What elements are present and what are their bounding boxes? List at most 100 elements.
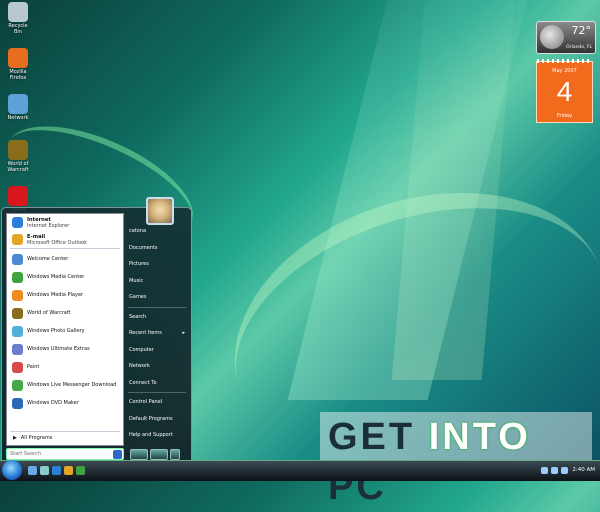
firefox-icon (8, 48, 28, 68)
start-menu-place[interactable]: Control Panel (126, 394, 188, 411)
calendar-gadget[interactable]: May 2007 4 Friday (536, 59, 593, 123)
network-tray-icon[interactable] (541, 467, 548, 474)
start-menu: Internet Internet Explorer E-mail Micros… (1, 197, 192, 462)
start-menu-place-label: catona (129, 228, 147, 235)
pinned-programs: Internet Internet Explorer E-mail Micros… (10, 214, 120, 249)
search-icon[interactable] (113, 449, 122, 459)
start-menu-place[interactable]: Help and Support (126, 427, 188, 444)
recent-program-label: Windows Media Player (27, 292, 84, 298)
recent-program[interactable]: Windows DVD Maker (10, 394, 120, 412)
all-programs-label: All Programs (20, 434, 53, 441)
recent-program[interactable]: Windows Media Center (10, 268, 120, 286)
start-search-box[interactable]: Start Search (6, 448, 124, 460)
show-desktop-icon[interactable] (28, 466, 37, 475)
media-player-icon (12, 289, 23, 301)
watermark-part2: INTO (428, 416, 531, 458)
desktop-icon[interactable]: Mozilla Firefox (4, 48, 32, 81)
start-menu-place-label: Documents (129, 244, 158, 251)
pinned-program-subtitle: Microsoft Office Outlook (27, 239, 87, 246)
switch-windows-icon[interactable] (40, 466, 49, 475)
start-menu-place-label: Control Panel (129, 399, 163, 406)
shutdown-options-arrow-icon[interactable] (170, 449, 180, 460)
internet-explorer-icon[interactable] (52, 466, 61, 475)
start-menu-place[interactable]: Games (126, 289, 188, 306)
outlook-icon (12, 234, 23, 245)
opera-icon (8, 186, 28, 206)
recent-program[interactable]: Windows Live Messenger Download (10, 376, 120, 394)
start-menu-place-label: Games (129, 294, 147, 301)
start-menu-place-label: Help and Support (129, 432, 173, 439)
power-buttons (130, 449, 188, 460)
start-menu-place[interactable]: Music (126, 273, 188, 290)
chevron-right-icon: ▸ (182, 330, 185, 337)
desktop-icon[interactable]: Network (4, 94, 32, 121)
calendar-weekday: Friday (556, 113, 573, 119)
watermark-part1: GET (328, 416, 429, 458)
dvd-maker-icon (12, 397, 23, 409)
menu-separator (128, 306, 186, 308)
weather-gadget[interactable]: 72° Orlando, FL (536, 21, 596, 54)
start-menu-place-label: Recent Items (129, 330, 162, 337)
start-menu-place[interactable]: Search (126, 309, 188, 326)
lock-icon[interactable] (150, 449, 168, 460)
recent-programs: Welcome Center Windows Media Center Wind… (10, 250, 120, 412)
volume-tray-icon[interactable] (551, 467, 558, 474)
recent-program-label: Windows DVD Maker (27, 400, 79, 406)
network-icon (8, 94, 28, 114)
start-button[interactable] (2, 460, 22, 480)
media-center-icon (12, 271, 23, 283)
pinned-program-subtitle: Internet Explorer (27, 222, 70, 229)
recent-program-label: Windows Live Messenger Download (27, 382, 117, 388)
desktop-icon-label: Recycle Bin (8, 23, 28, 35)
start-menu-place[interactable]: Recent Items ▸ (126, 325, 188, 342)
desktop-icon[interactable]: Recycle Bin (4, 2, 32, 35)
recent-program[interactable]: Paint (10, 358, 120, 376)
start-menu-places-pane: catona Documents Pictures Music Games Search R… (126, 223, 188, 444)
messenger-icon (12, 379, 23, 391)
start-menu-programs-pane: Internet Internet Explorer E-mail Micros… (6, 213, 124, 446)
desktop-icon-label: World of Warcraft (7, 161, 29, 173)
power-icon[interactable] (130, 449, 148, 460)
calendar-day: 4 (556, 76, 573, 107)
recent-program[interactable]: Windows Photo Gallery (10, 322, 120, 340)
recent-program-label: World of Warcraft (27, 310, 71, 316)
recent-program-label: Windows Photo Gallery (27, 328, 85, 334)
quick-launch (28, 466, 85, 475)
security-tray-icon[interactable] (561, 467, 568, 474)
recent-program[interactable]: Welcome Center (10, 250, 120, 268)
warcraft-icon (12, 307, 23, 319)
outlook-icon[interactable] (64, 466, 73, 475)
start-menu-place[interactable]: Computer (126, 342, 188, 359)
start-menu-place-label: Pictures (129, 261, 149, 268)
start-menu-place-label: Computer (129, 346, 154, 353)
start-search-placeholder: Start Search (10, 451, 42, 457)
user-avatar[interactable] (146, 197, 174, 225)
start-menu-place[interactable]: Documents (126, 240, 188, 257)
start-menu-place-label: Connect To (129, 379, 157, 386)
start-menu-place[interactable]: Connect To (126, 375, 188, 392)
recent-program[interactable]: Windows Media Player (10, 286, 120, 304)
start-menu-place-label: Search (129, 313, 147, 320)
ultimate-extras-icon (12, 343, 23, 355)
start-menu-place[interactable]: catona (126, 223, 188, 240)
pinned-program[interactable]: Internet Internet Explorer (10, 214, 120, 231)
recent-program-label: Windows Ultimate Extras (27, 346, 90, 352)
photo-gallery-icon (12, 325, 23, 337)
calendar-rings (537, 59, 592, 63)
start-menu-place[interactable]: Network (126, 358, 188, 375)
start-menu-place[interactable]: Pictures (126, 256, 188, 273)
desktop-icon[interactable]: World of Warcraft (4, 140, 32, 173)
media-center-icon[interactable] (76, 466, 85, 475)
menu-separator (128, 392, 186, 393)
recent-program[interactable]: World of Warcraft (10, 304, 120, 322)
watermark-banner: GET INTO PC (320, 412, 592, 508)
taskbar-clock[interactable]: 2:40 AM (572, 467, 595, 473)
start-menu-place[interactable]: Default Programs (126, 411, 188, 428)
all-programs-button[interactable]: ▶ All Programs (10, 431, 120, 443)
pinned-program[interactable]: E-mail Microsoft Office Outlook (10, 231, 120, 248)
internet-explorer-icon (12, 217, 23, 228)
recent-program-label: Welcome Center (27, 256, 69, 262)
recent-program-label: Windows Media Center (27, 274, 85, 280)
recent-program[interactable]: Windows Ultimate Extras (10, 340, 120, 358)
warcraft-icon (8, 140, 28, 160)
